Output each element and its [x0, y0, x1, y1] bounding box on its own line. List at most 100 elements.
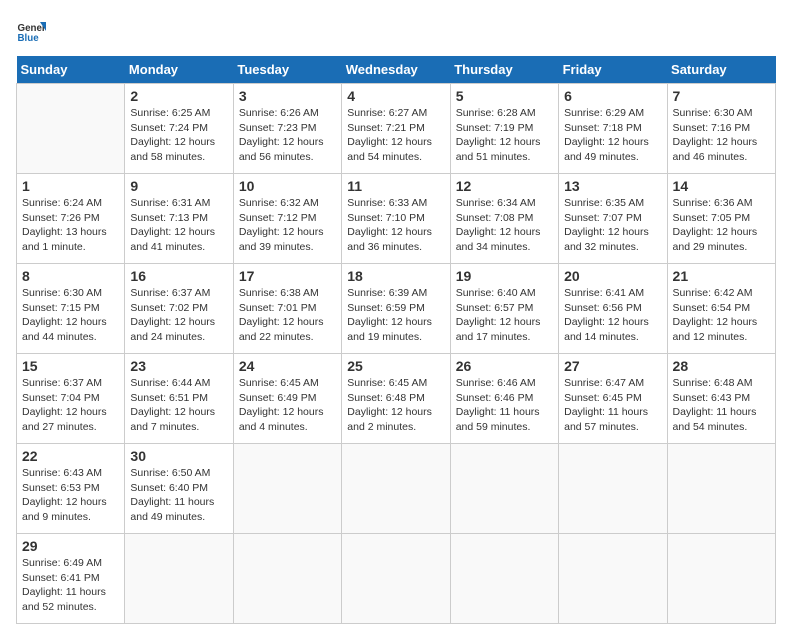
day-number: 20 [564, 268, 661, 284]
day-info: Sunrise: 6:33 AM Sunset: 7:10 PM Dayligh… [347, 196, 444, 255]
day-number: 16 [130, 268, 227, 284]
calendar-week-row: 22Sunrise: 6:43 AM Sunset: 6:53 PM Dayli… [17, 444, 776, 534]
day-info: Sunrise: 6:41 AM Sunset: 6:56 PM Dayligh… [564, 286, 661, 345]
day-number: 11 [347, 178, 444, 194]
calendar-cell: 5 Sunrise: 6:28 AM Sunset: 7:19 PM Daylig… [450, 84, 558, 174]
logo-icon: General Blue [16, 16, 46, 46]
day-info: Sunrise: 6:28 AM Sunset: 7:19 PM Dayligh… [456, 106, 553, 165]
calendar-cell: 14Sunrise: 6:36 AM Sunset: 7:05 PM Dayli… [667, 174, 775, 264]
day-number: 7 [673, 88, 770, 104]
day-of-week-header: Tuesday [233, 56, 341, 84]
calendar-cell: 19 Sunrise: 6:40 AM Sunset: 6:57 PM Dayli… [450, 264, 558, 354]
day-info: Sunrise: 6:35 AM Sunset: 7:07 PM Dayligh… [564, 196, 661, 255]
day-info: Sunrise: 6:48 AM Sunset: 6:43 PM Dayligh… [673, 376, 770, 435]
calendar-cell [667, 444, 775, 534]
calendar-cell: 7 Sunrise: 6:30 AM Sunset: 7:16 PM Daylig… [667, 84, 775, 174]
calendar-cell: 6 Sunrise: 6:29 AM Sunset: 7:18 PM Daylig… [559, 84, 667, 174]
day-number: 3 [239, 88, 336, 104]
day-info: Sunrise: 6:46 AM Sunset: 6:46 PM Dayligh… [456, 376, 553, 435]
day-of-week-header: Monday [125, 56, 233, 84]
calendar-cell [450, 444, 558, 534]
day-number: 15 [22, 358, 119, 374]
day-info: Sunrise: 6:32 AM Sunset: 7:12 PM Dayligh… [239, 196, 336, 255]
day-number: 8 [22, 268, 119, 284]
day-info: Sunrise: 6:50 AM Sunset: 6:40 PM Dayligh… [130, 466, 227, 525]
calendar-cell: 17 Sunrise: 6:38 AM Sunset: 7:01 PM Dayli… [233, 264, 341, 354]
day-number: 13 [564, 178, 661, 194]
calendar-cell: 10 Sunrise: 6:32 AM Sunset: 7:12 PM Dayli… [233, 174, 341, 264]
calendar-cell: 30 Sunrise: 6:50 AM Sunset: 6:40 PM Dayli… [125, 444, 233, 534]
calendar-week-row: 8Sunrise: 6:30 AM Sunset: 7:15 PM Daylig… [17, 264, 776, 354]
calendar-cell [450, 534, 558, 624]
calendar-cell: 28 Sunrise: 6:48 AM Sunset: 6:43 PM Dayli… [667, 354, 775, 444]
calendar-cell: 20 Sunrise: 6:41 AM Sunset: 6:56 PM Dayli… [559, 264, 667, 354]
calendar-cell: 22Sunrise: 6:43 AM Sunset: 6:53 PM Dayli… [17, 444, 125, 534]
day-number: 5 [456, 88, 553, 104]
day-info: Sunrise: 6:44 AM Sunset: 6:51 PM Dayligh… [130, 376, 227, 435]
day-info: Sunrise: 6:30 AM Sunset: 7:16 PM Dayligh… [673, 106, 770, 165]
calendar-cell: 23 Sunrise: 6:44 AM Sunset: 6:51 PM Dayli… [125, 354, 233, 444]
day-number: 2 [130, 88, 227, 104]
day-info: Sunrise: 6:37 AM Sunset: 7:02 PM Dayligh… [130, 286, 227, 345]
calendar-cell: 2 Sunrise: 6:25 AM Sunset: 7:24 PM Daylig… [125, 84, 233, 174]
calendar-cell [233, 444, 341, 534]
day-info: Sunrise: 6:49 AM Sunset: 6:41 PM Dayligh… [22, 556, 119, 615]
day-of-week-header: Thursday [450, 56, 558, 84]
calendar-week-row: 29 Sunrise: 6:49 AM Sunset: 6:41 PM Dayli… [17, 534, 776, 624]
logo: General Blue [16, 16, 46, 46]
day-number: 29 [22, 538, 119, 554]
svg-text:Blue: Blue [18, 33, 40, 44]
day-of-week-header: Saturday [667, 56, 775, 84]
calendar-cell: 21Sunrise: 6:42 AM Sunset: 6:54 PM Dayli… [667, 264, 775, 354]
calendar-cell: 4 Sunrise: 6:27 AM Sunset: 7:21 PM Daylig… [342, 84, 450, 174]
day-number: 6 [564, 88, 661, 104]
day-info: Sunrise: 6:40 AM Sunset: 6:57 PM Dayligh… [456, 286, 553, 345]
day-number: 10 [239, 178, 336, 194]
day-info: Sunrise: 6:27 AM Sunset: 7:21 PM Dayligh… [347, 106, 444, 165]
calendar-cell [342, 444, 450, 534]
day-of-week-header: Wednesday [342, 56, 450, 84]
day-number: 12 [456, 178, 553, 194]
day-info: Sunrise: 6:47 AM Sunset: 6:45 PM Dayligh… [564, 376, 661, 435]
calendar-cell: 3Sunrise: 6:26 AM Sunset: 7:23 PM Daylig… [233, 84, 341, 174]
day-number: 28 [673, 358, 770, 374]
calendar-cell [559, 444, 667, 534]
day-number: 25 [347, 358, 444, 374]
day-info: Sunrise: 6:31 AM Sunset: 7:13 PM Dayligh… [130, 196, 227, 255]
day-info: Sunrise: 6:45 AM Sunset: 6:49 PM Dayligh… [239, 376, 336, 435]
day-info: Sunrise: 6:34 AM Sunset: 7:08 PM Dayligh… [456, 196, 553, 255]
calendar-cell: 24 Sunrise: 6:45 AM Sunset: 6:49 PM Dayli… [233, 354, 341, 444]
day-info: Sunrise: 6:36 AM Sunset: 7:05 PM Dayligh… [673, 196, 770, 255]
day-number: 19 [456, 268, 553, 284]
day-info: Sunrise: 6:25 AM Sunset: 7:24 PM Dayligh… [130, 106, 227, 165]
calendar-cell: 8Sunrise: 6:30 AM Sunset: 7:15 PM Daylig… [17, 264, 125, 354]
calendar-cell: 27Sunrise: 6:47 AM Sunset: 6:45 PM Dayli… [559, 354, 667, 444]
calendar-cell [125, 534, 233, 624]
day-info: Sunrise: 6:29 AM Sunset: 7:18 PM Dayligh… [564, 106, 661, 165]
day-number: 4 [347, 88, 444, 104]
calendar-cell: 13 Sunrise: 6:35 AM Sunset: 7:07 PM Dayli… [559, 174, 667, 264]
day-number: 30 [130, 448, 227, 464]
calendar-cell [17, 84, 125, 174]
calendar-table: SundayMondayTuesdayWednesdayThursdayFrid… [16, 56, 776, 624]
calendar-week-row: 2 Sunrise: 6:25 AM Sunset: 7:24 PM Daylig… [17, 84, 776, 174]
calendar-cell: 18 Sunrise: 6:39 AM Sunset: 6:59 PM Dayli… [342, 264, 450, 354]
page-header: General Blue [16, 16, 776, 46]
day-number: 22 [22, 448, 119, 464]
day-number: 17 [239, 268, 336, 284]
day-number: 21 [673, 268, 770, 284]
calendar-cell [559, 534, 667, 624]
calendar-cell: 12 Sunrise: 6:34 AM Sunset: 7:08 PM Dayli… [450, 174, 558, 264]
day-info: Sunrise: 6:24 AM Sunset: 7:26 PM Dayligh… [22, 196, 119, 255]
calendar-cell [667, 534, 775, 624]
day-number: 24 [239, 358, 336, 374]
day-number: 18 [347, 268, 444, 284]
day-info: Sunrise: 6:39 AM Sunset: 6:59 PM Dayligh… [347, 286, 444, 345]
calendar-cell [233, 534, 341, 624]
calendar-cell: 1Sunrise: 6:24 AM Sunset: 7:26 PM Daylig… [17, 174, 125, 264]
day-info: Sunrise: 6:37 AM Sunset: 7:04 PM Dayligh… [22, 376, 119, 435]
day-info: Sunrise: 6:38 AM Sunset: 7:01 PM Dayligh… [239, 286, 336, 345]
calendar-cell: 15 Sunrise: 6:37 AM Sunset: 7:04 PM Dayli… [17, 354, 125, 444]
calendar-cell: 29 Sunrise: 6:49 AM Sunset: 6:41 PM Dayli… [17, 534, 125, 624]
day-number: 23 [130, 358, 227, 374]
